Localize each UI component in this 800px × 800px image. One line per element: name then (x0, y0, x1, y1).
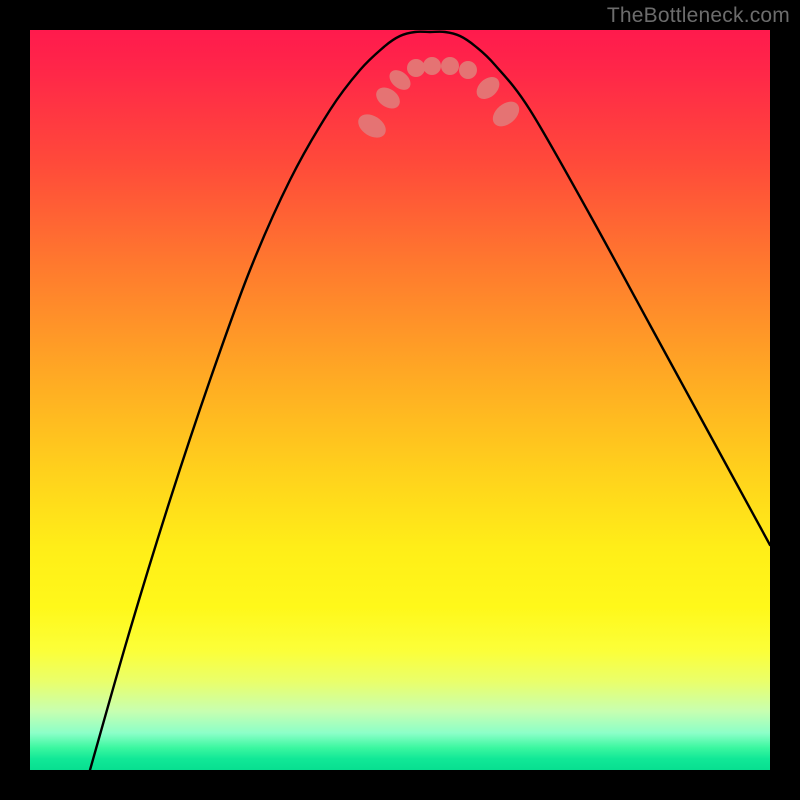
marker-right-upper (488, 97, 524, 132)
marker-left-upper (354, 110, 390, 143)
curve-layer (30, 30, 770, 770)
marker-right-lower (472, 73, 503, 104)
marker-bottom-mid-right (441, 57, 459, 75)
marker-bottom-mid-left (423, 57, 441, 75)
bottleneck-curve-path (90, 32, 770, 770)
chart-frame: TheBottleneck.com (0, 0, 800, 800)
bottleneck-curve (90, 32, 770, 770)
marker-bottom-right (459, 61, 477, 79)
watermark-text: TheBottleneck.com (607, 4, 790, 28)
marker-bottom-left (407, 59, 425, 77)
plot-area (30, 30, 770, 770)
